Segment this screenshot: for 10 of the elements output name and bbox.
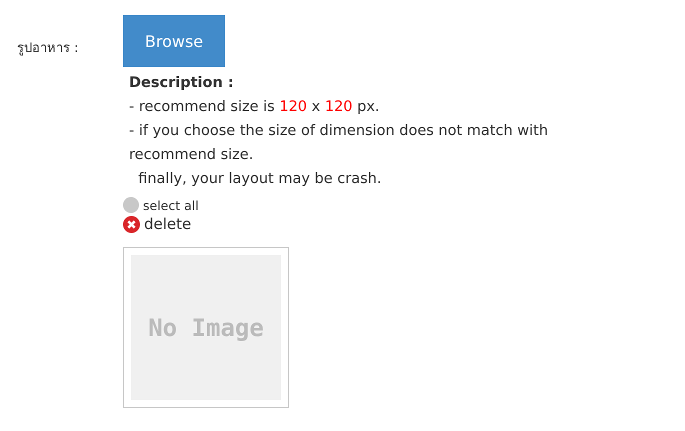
browse-button[interactable]: Browse (123, 15, 225, 67)
description-line: finally, your layout may be crash. (137, 170, 382, 189)
description-line: - recommend size is 120 x 120 px. (129, 98, 381, 117)
description-line: - if you choose the size of dimension does not match with recommend size. (129, 122, 550, 165)
select-all-label: select all (143, 198, 199, 212)
delete-link[interactable]: delete (144, 215, 192, 233)
delete-icon[interactable] (123, 216, 140, 232)
field-label: รูปอาหาร : (17, 40, 80, 58)
radio-button[interactable] (123, 197, 139, 213)
description-title: Description : (129, 74, 235, 93)
